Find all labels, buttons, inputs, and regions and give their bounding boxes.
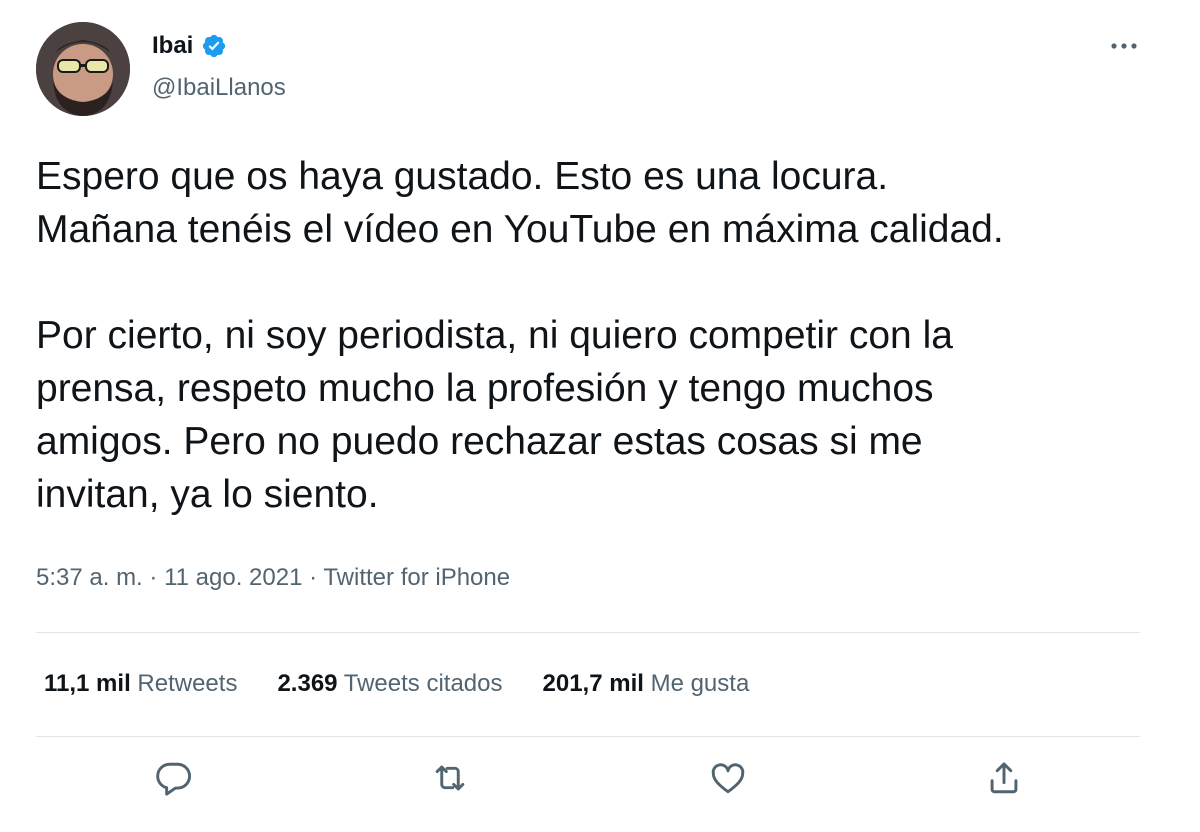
retweet-icon[interactable] [428, 756, 472, 800]
tweet-line: Mañana tenéis el vídeo en YouTube en máx… [36, 208, 1004, 251]
share-icon[interactable] [982, 756, 1026, 800]
retweets-stat[interactable]: 11,1 mil Retweets [44, 670, 237, 698]
tweet-date[interactable]: 11 ago. 2021 [164, 564, 302, 591]
tweet-time[interactable]: 5:37 a. m. [36, 564, 143, 591]
meta-separator: · [149, 564, 158, 591]
tweet-card: Ibai @IbaiLlanos Espero que os haya gust… [0, 0, 1200, 832]
engagement-stats: 11,1 mil Retweets 2.369 Tweets citados 2… [44, 670, 749, 698]
tweet-line: Por cierto, ni soy periodista, ni quiero… [36, 314, 953, 357]
tweet-meta: 5:37 a. m. · 11 ago. 2021 · Twitter for … [36, 564, 510, 592]
quote-tweets-count: 2.369 [277, 670, 338, 697]
reply-icon[interactable] [152, 756, 196, 800]
tweet-line: Espero que os haya gustado. Esto es una … [36, 155, 889, 198]
retweets-label: Retweets [137, 670, 238, 697]
meta-separator: · [309, 564, 318, 591]
avatar[interactable] [36, 22, 130, 116]
tweet-line: amigos. Pero no puedo rechazar estas cos… [36, 420, 923, 463]
likes-count: 201,7 mil [542, 670, 644, 697]
heart-icon[interactable] [706, 756, 750, 800]
divider [36, 736, 1140, 737]
quote-tweets-stat[interactable]: 2.369 Tweets citados [277, 670, 502, 698]
verified-badge-icon [201, 33, 227, 59]
likes-label: Me gusta [650, 670, 750, 697]
tweet-line: invitan, ya lo siento. [36, 473, 379, 516]
quote-tweets-label: Tweets citados [343, 670, 503, 697]
display-name[interactable]: Ibai [152, 32, 193, 60]
tweet-text: Espero que os haya gustado. Esto es una … [36, 150, 1156, 521]
tweet-source[interactable]: Twitter for iPhone [323, 564, 510, 591]
likes-stat[interactable]: 201,7 mil Me gusta [543, 670, 750, 698]
avatar-image [36, 22, 130, 116]
retweets-count: 11,1 mil [44, 670, 131, 697]
author-name-row: Ibai [152, 32, 227, 60]
user-handle[interactable]: @IbaiLlanos [152, 74, 286, 102]
more-horizontal-icon[interactable] [1104, 34, 1144, 58]
divider [36, 632, 1140, 633]
action-bar [0, 756, 1200, 806]
tweet-line: prensa, respeto mucho la profesión y ten… [36, 367, 934, 410]
